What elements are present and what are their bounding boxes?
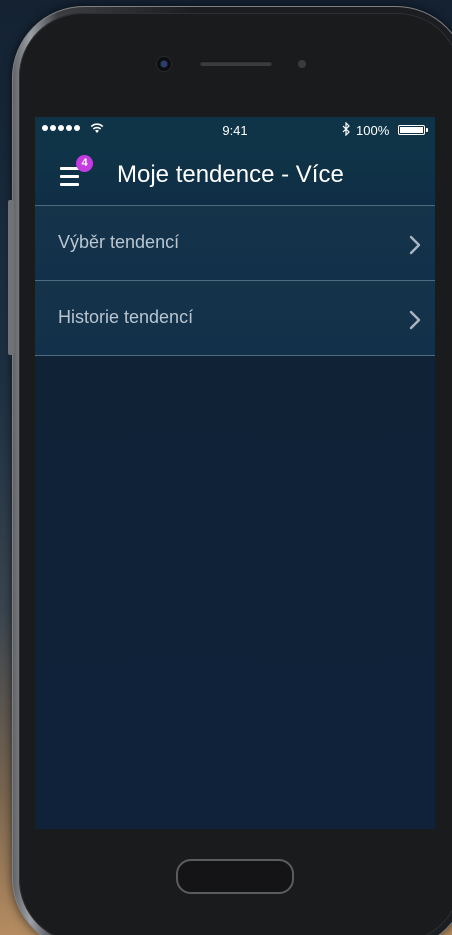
list-item-historie-tendenci[interactable]: Historie tendencí xyxy=(35,280,435,356)
list-item-label: Historie tendencí xyxy=(58,307,194,327)
status-bar: 9:41 100% xyxy=(35,117,435,145)
list-item-vyber-tendenci[interactable]: Výběr tendencí xyxy=(35,205,435,280)
notification-badge: 4 xyxy=(76,155,93,172)
home-button[interactable] xyxy=(176,859,294,894)
battery-fill xyxy=(400,127,423,133)
phone-side-button xyxy=(8,200,14,355)
battery-tip xyxy=(426,128,428,132)
battery-percent: 100% xyxy=(356,123,390,138)
battery-icon xyxy=(398,125,425,135)
page-title: Moje tendence - Více xyxy=(117,161,344,188)
chevron-right-icon xyxy=(409,235,421,255)
options-list: Výběr tendencí Historie tendencí xyxy=(35,205,435,356)
navigation-bar: 4 Moje tendence - Více xyxy=(35,145,435,205)
hamburger-bar xyxy=(60,175,79,178)
proximity-sensor xyxy=(298,60,306,68)
list-item-label: Výběr tendencí xyxy=(58,232,180,252)
menu-button[interactable]: 4 xyxy=(57,155,93,190)
app-screen: 9:41 100% 4 Moje tendence - Více Výběr t… xyxy=(35,117,435,829)
content-area xyxy=(35,356,435,829)
hamburger-bar xyxy=(60,183,79,186)
bluetooth-icon xyxy=(342,122,350,136)
chevron-right-icon xyxy=(409,310,421,330)
front-camera xyxy=(157,57,171,71)
earpiece-speaker xyxy=(200,61,272,66)
